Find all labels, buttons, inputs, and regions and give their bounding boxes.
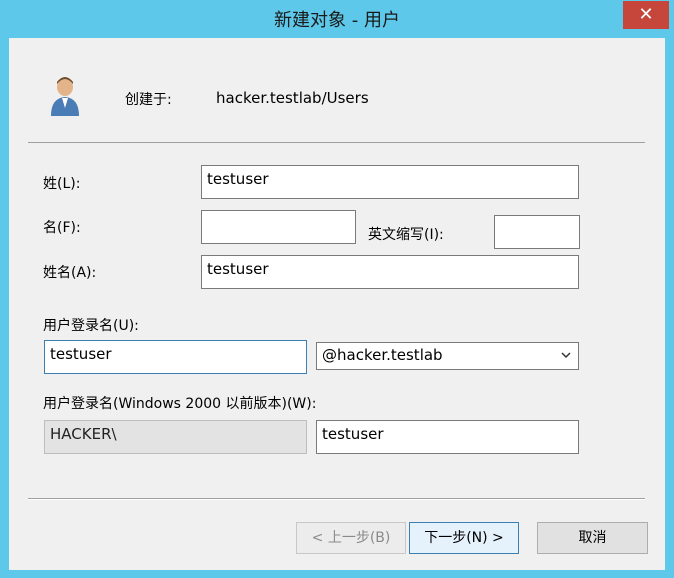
title-bar[interactable]: 新建对象 - 用户 ✕ <box>0 0 674 38</box>
domain-suffix-value: @hacker.testlab <box>322 346 443 364</box>
dialog-body: 创建于: hacker.testlab/Users 姓(L): testuser… <box>9 38 665 570</box>
full-name-label: 姓名(A): <box>43 265 97 281</box>
close-icon: ✕ <box>638 4 654 25</box>
bottom-separator-highlight <box>28 499 645 500</box>
logon-name-label: 用户登录名(U): <box>43 318 139 334</box>
logon-name-field[interactable]: testuser <box>44 340 307 374</box>
close-button[interactable]: ✕ <box>623 1 669 29</box>
first-name-label: 名(F): <box>43 220 81 236</box>
legacy-logon-field[interactable]: testuser <box>316 420 579 454</box>
dialog-window: 新建对象 - 用户 ✕ 创建于: hacker.testlab/Users 姓(… <box>0 0 674 578</box>
last-name-field[interactable]: testuser <box>201 165 579 199</box>
initials-field[interactable] <box>494 215 580 249</box>
created-in-value: hacker.testlab/Users <box>216 89 369 107</box>
next-button[interactable]: 下一步(N) > <box>409 522 519 554</box>
created-in-label: 创建于: <box>125 92 172 108</box>
legacy-logon-label: 用户登录名(Windows 2000 以前版本)(W): <box>43 396 317 412</box>
last-name-label: 姓(L): <box>43 176 81 192</box>
full-name-field[interactable]: testuser <box>201 255 579 289</box>
legacy-domain-field: HACKER\ <box>44 420 307 454</box>
domain-suffix-select[interactable]: @hacker.testlab <box>316 342 579 370</box>
chevron-down-icon <box>561 352 571 359</box>
top-separator <box>28 142 645 143</box>
window-title: 新建对象 - 用户 <box>274 10 400 31</box>
first-name-field[interactable] <box>201 210 356 244</box>
initials-label: 英文缩写(I): <box>368 227 444 243</box>
back-button[interactable]: < 上一步(B) <box>296 522 406 554</box>
cancel-button[interactable]: 取消 <box>537 522 648 554</box>
user-icon <box>51 77 79 116</box>
